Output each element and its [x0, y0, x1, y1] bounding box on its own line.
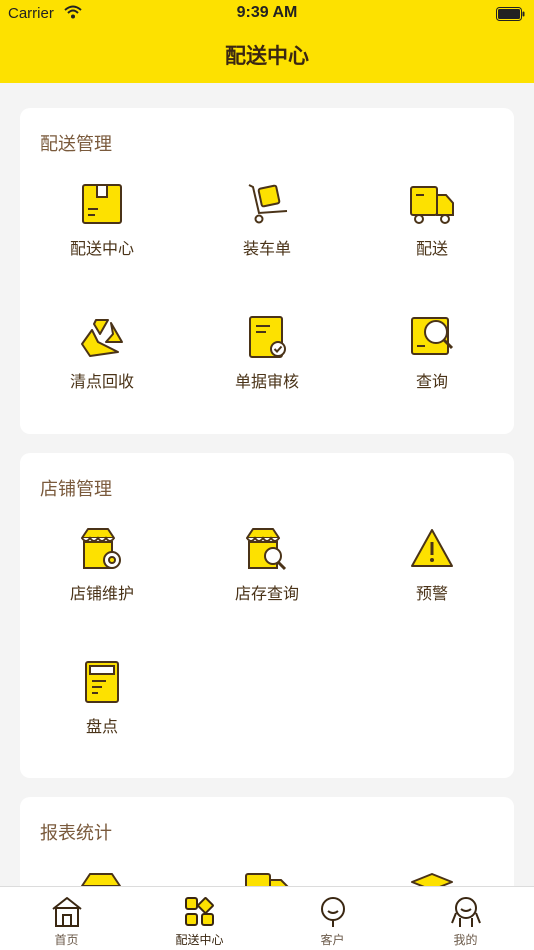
grid-item-delivery[interactable]: 配送 [350, 181, 514, 281]
tab-customer[interactable]: 客户 [266, 887, 399, 950]
search-document-icon [411, 317, 454, 355]
grid-item-label: 盘点 [85, 717, 118, 736]
calculator-icon [85, 661, 119, 703]
truck-icon [410, 186, 454, 224]
section-title: 配送管理 [40, 134, 112, 155]
tab-profile[interactable]: 我的 [399, 887, 532, 950]
section-card-delivery: 配送管理 配送中心 装车单 配送 清点回收 单据审核 查询 [20, 108, 514, 434]
warning-icon [411, 529, 453, 567]
apps-icon [185, 897, 214, 926]
grid-item-label: 预警 [415, 584, 448, 603]
box-icon [82, 184, 122, 224]
grid-item-count-recycle[interactable]: 清点回收 [20, 314, 184, 414]
grid-item-label: 装车单 [242, 239, 291, 258]
grid-item-label: 查询 [415, 372, 448, 391]
tab-label: 配送中心 [175, 933, 224, 947]
home-icon [52, 897, 82, 927]
tab-bar: 首页 配送中心 客户 我的 [0, 886, 534, 950]
hand-truck-icon [248, 184, 288, 224]
profile-icon [451, 897, 481, 927]
section-card-store: 店铺管理 店铺维护 店存查询 预警 盘点 [20, 453, 514, 778]
grid-item-label: 配送 [415, 239, 448, 258]
customer-icon [321, 897, 345, 927]
battery-icon [496, 7, 525, 21]
nav-header: Carrier 9:39 AM 配送中心 [0, 0, 534, 83]
section-title: 报表统计 [40, 823, 112, 844]
status-time: 9:39 AM [236, 4, 298, 21]
grid-item-loading-list[interactable]: 装车单 [185, 181, 349, 281]
grid-item-store-inventory-query[interactable]: 店存查询 [185, 526, 349, 626]
grid-item-delivery-center[interactable]: 配送中心 [20, 181, 184, 281]
grid-item-label: 店铺维护 [69, 584, 134, 603]
document-check-icon [249, 316, 286, 358]
grid-item-warning[interactable]: 预警 [350, 526, 514, 626]
grid-item-query[interactable]: 查询 [350, 314, 514, 414]
store-search-icon [246, 528, 287, 571]
grid-item-label: 单据审核 [234, 372, 299, 391]
recycle-icon [81, 319, 123, 357]
section-title: 店铺管理 [40, 479, 112, 500]
page-title: 配送中心 [225, 44, 309, 68]
grid-item-document-review[interactable]: 单据审核 [185, 314, 349, 414]
tab-label: 我的 [453, 933, 478, 947]
tab-label: 首页 [54, 933, 79, 947]
grid-item-label: 清点回收 [69, 372, 134, 391]
tab-label: 客户 [320, 933, 345, 947]
grid-item-stocktake[interactable]: 盘点 [20, 659, 184, 759]
tab-home[interactable]: 首页 [0, 887, 133, 950]
status-bar: Carrier 9:39 AM [0, 0, 534, 28]
grid-item-store-maintenance[interactable]: 店铺维护 [20, 526, 184, 626]
grid-item-label: 店存查询 [234, 584, 299, 603]
tab-delivery-center[interactable]: 配送中心 [133, 887, 266, 950]
store-gear-icon [81, 528, 121, 569]
grid-item-label: 配送中心 [69, 239, 134, 258]
